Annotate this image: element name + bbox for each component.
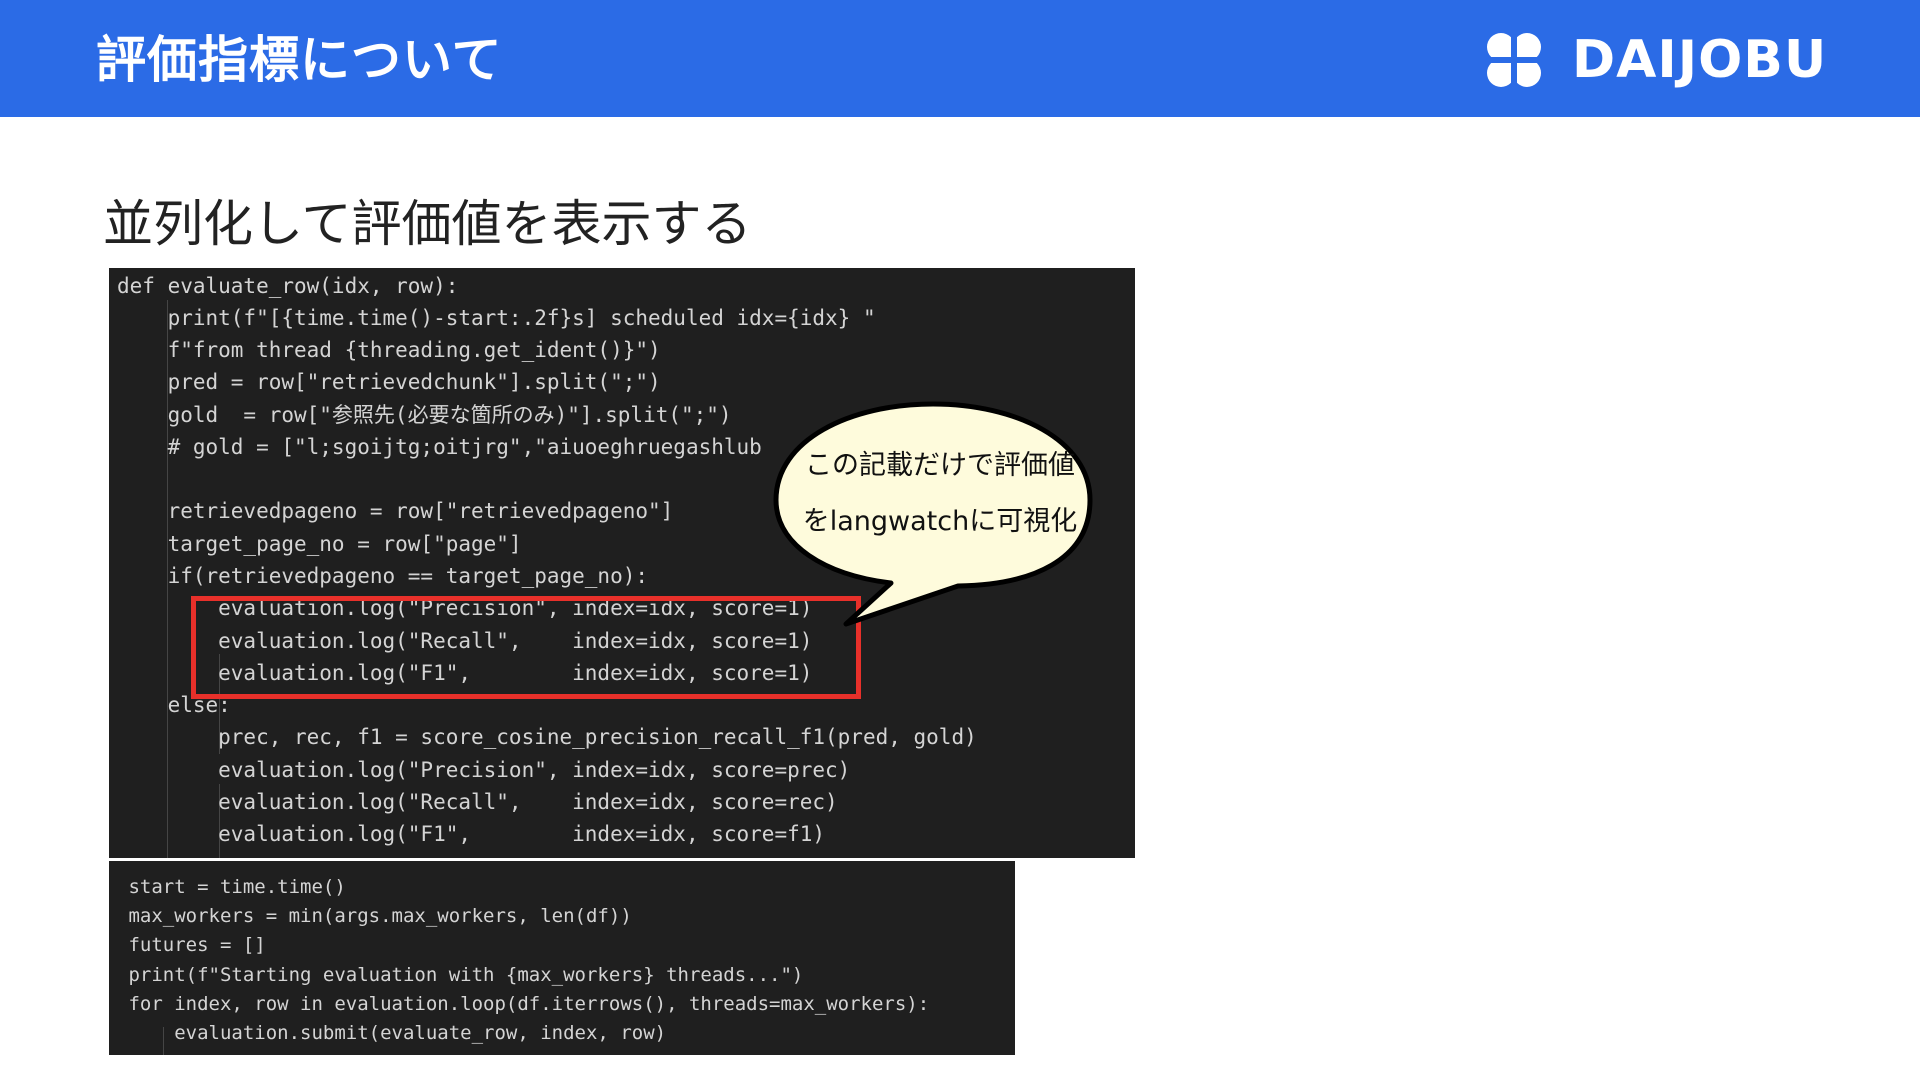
code-line: futures = []: [117, 934, 266, 956]
code-line: if(retrievedpageno == target_page_no):: [117, 564, 649, 588]
code-line: evaluation.log("Precision", index=idx, s…: [117, 758, 851, 782]
code-line: retrievedpageno = row["retrievedpageno"]: [117, 499, 674, 523]
slide-subtitle: 並列化して評価値を表示する: [103, 195, 752, 253]
callout-text: この記載だけで評価値 をlangwatchに可視化: [795, 438, 1085, 550]
callout-line: この記載だけで評価値: [805, 450, 1075, 481]
callout-line: をlangwatchに可視化: [802, 506, 1078, 537]
code-line: evaluation.log("F1", index=idx, score=f1…: [117, 822, 826, 846]
code-line: evaluation.log("Recall", index=idx, scor…: [117, 790, 838, 814]
code-line: pred = row["retrievedchunk"].split(";"): [117, 370, 661, 394]
daijobu-logo-icon: [1482, 28, 1546, 92]
code-line: f"from thread {threading.get_ident()}"): [117, 338, 661, 362]
code-line: # gold = ["l;sgoijtg;oitjrg","aiuoeghrue…: [117, 435, 762, 459]
highlight-box: [191, 596, 861, 699]
slide-title: 評価指標について: [96, 31, 503, 89]
code-line: print(f"[{time.time()-start:.2f}s] sched…: [117, 306, 876, 330]
code-line: gold = row["参照先(必要な箇所のみ)"].split(";"): [117, 403, 732, 427]
logo-text: DAIJOBU: [1572, 30, 1828, 90]
code-line: target_page_no = row["page"]: [117, 532, 522, 556]
code-line: def evaluate_row(idx, row):: [117, 274, 459, 298]
code-line: print(f"Starting evaluation with {max_wo…: [117, 964, 804, 986]
code-line: for index, row in evaluation.loop(df.ite…: [117, 993, 930, 1015]
code-line: prec, rec, f1 = score_cosine_precision_r…: [117, 725, 977, 749]
code-line: start = time.time(): [117, 876, 346, 898]
code-line: max_workers = min(args.max_workers, len(…: [117, 905, 632, 927]
slide-header: 評価指標について DAIJOBU: [0, 0, 1920, 117]
code-line: evaluation.submit(evaluate_row, index, r…: [117, 1022, 667, 1044]
code-block-thread-loop: start = time.time() max_workers = min(ar…: [109, 861, 1015, 1055]
